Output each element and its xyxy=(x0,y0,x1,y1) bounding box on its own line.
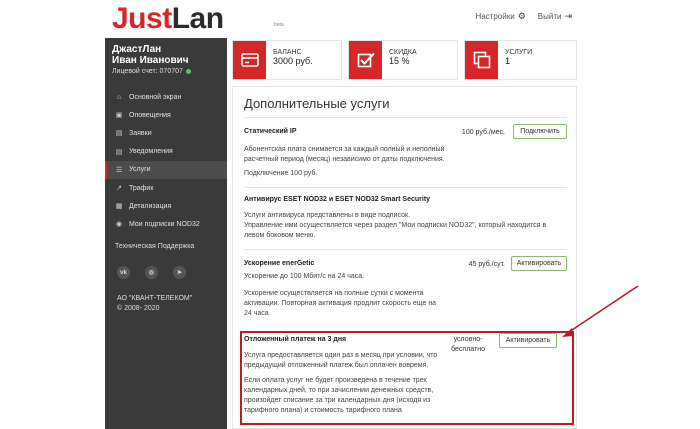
sidebar-item-label: Трафик xyxy=(129,184,154,192)
list-icon: ☰ xyxy=(115,166,123,174)
sidebar-item-alerts[interactable]: ▣ Оповещения xyxy=(105,106,227,124)
calendar-icon: ▦ xyxy=(115,203,123,211)
logout-icon: ⇥ xyxy=(564,11,572,21)
sidebar-item-services[interactable]: ☰ Услуги xyxy=(105,160,227,179)
logout-link[interactable]: Выйти ⇥ xyxy=(538,11,572,22)
services-value: 1 xyxy=(505,56,511,66)
gear-icon: ⚙ xyxy=(517,11,526,21)
service-description: Абонентская плата снимается за каждый по… xyxy=(244,146,445,163)
service-price: 100 руб./мес. xyxy=(461,129,505,136)
sidebar-item-label: Уведомления xyxy=(129,148,173,156)
instagram-icon[interactable]: ◎ xyxy=(145,266,158,279)
justlan-logo[interactable]: JustLan beta xyxy=(112,2,284,36)
sidebar-item-label: Мои подписки NOD32 xyxy=(129,220,200,228)
service-details: Ускорение осуществляется на полные сутки… xyxy=(244,290,437,317)
company-info: АО "КВАНТ-ТЕЛЕКОМ" © 2008- 2020 xyxy=(117,294,192,314)
checkbox-icon xyxy=(349,41,382,79)
sidebar-item-label: Услуги xyxy=(129,166,151,174)
support-link[interactable]: Техническая Поддержка xyxy=(115,243,194,250)
service-description: Услуги антивируса представлены в виде по… xyxy=(244,212,547,239)
sidebar-item-label: Основной экран xyxy=(129,93,182,101)
header-actions: Настройки ⚙ Выйти ⇥ xyxy=(475,11,572,22)
beta-badge: beta xyxy=(274,22,284,28)
balance-card: БАЛАНС 3000 руб. xyxy=(232,40,342,80)
sidebar-item-notifications[interactable]: ▤ Уведомления xyxy=(105,143,227,161)
sidebar-item-label: Оповещения xyxy=(129,111,171,119)
inbox-icon: ▣ xyxy=(115,112,123,120)
settings-label: Настройки xyxy=(475,12,515,21)
telegram-icon[interactable]: ➤ xyxy=(173,266,186,279)
copyright: © 2008- 2020 xyxy=(117,305,160,312)
services-card: УСЛУГИ 1 xyxy=(464,40,577,80)
sidebar-item-requests[interactable]: ▤ Заявки xyxy=(105,124,227,142)
annotation-arrow-icon xyxy=(562,285,639,337)
sidebar: ДжастЛан Иван Иванович Лицевой счет: 070… xyxy=(105,38,227,429)
service-static-ip: Статический IP 100 руб./мес. Подключить … xyxy=(244,117,567,187)
sidebar-item-traffic[interactable]: ↗ Трафик xyxy=(105,179,227,197)
service-name: Ускорение enerGetic xyxy=(244,260,315,267)
activate-energetic-button[interactable]: Активировать xyxy=(511,256,567,271)
copy-icon xyxy=(465,41,498,79)
social-links: vk ◎ ➤ xyxy=(117,266,186,279)
sidebar-nav: ⌂ Основной экран ▣ Оповещения ▤ Заявки ▤… xyxy=(105,88,227,234)
sidebar-item-home[interactable]: ⌂ Основной экран xyxy=(105,88,227,106)
service-description: Ускорение до 100 Мбит/с на 24 часа. xyxy=(244,273,365,280)
service-name: Статический IP xyxy=(244,128,297,135)
user-name-line2: Иван Иванович xyxy=(112,55,189,66)
page-title: Дополнительные услуги xyxy=(244,96,390,111)
chart-icon: ↗ xyxy=(116,185,122,193)
service-name: Антивирус ESET NOD32 и ESET NOD32 Smart … xyxy=(244,196,431,203)
discount-value: 15 % xyxy=(389,56,410,66)
credit-card-icon xyxy=(233,41,266,79)
sidebar-item-label: Детализация xyxy=(129,202,172,210)
service-connection-fee: Подключение 100 руб. xyxy=(244,170,318,177)
logout-label: Выйти xyxy=(537,12,562,21)
company-name: АО "КВАНТ-ТЕЛЕКОМ" xyxy=(117,295,193,302)
user-name-line1: ДжастЛан xyxy=(112,44,162,55)
file-icon: ▤ xyxy=(115,148,123,156)
settings-link[interactable]: Настройки ⚙ xyxy=(475,11,525,22)
account-number: Лицевой счет: 070707 xyxy=(112,68,191,75)
discount-card: СКИДКА 15 % xyxy=(348,40,458,80)
service-price: 45 руб./сут. xyxy=(468,261,505,268)
sidebar-item-nod32[interactable]: ◉ Мои подписки NOD32 xyxy=(105,215,227,233)
balance-value: 3000 руб. xyxy=(273,56,313,66)
file-icon: ▤ xyxy=(115,130,123,138)
highlight-box xyxy=(240,331,574,425)
connect-static-ip-button[interactable]: Подключить xyxy=(513,124,567,139)
user-name: ДжастЛан Иван Иванович xyxy=(112,44,189,66)
vk-icon[interactable]: vk xyxy=(117,266,130,279)
service-energetic: Ускорение enerGetic 45 руб./сут. Активир… xyxy=(244,249,567,327)
service-nod32: Антивирус ESET NOD32 и ESET NOD32 Smart … xyxy=(244,187,567,253)
eye-icon: ◉ xyxy=(115,221,123,229)
top-header: JustLan beta Настройки ⚙ Выйти ⇥ xyxy=(0,0,700,38)
home-icon: ⌂ xyxy=(116,93,122,101)
status-dot-icon xyxy=(185,69,191,74)
account-label: Лицевой счет: 070707 xyxy=(112,68,183,75)
sidebar-item-label: Заявки xyxy=(129,129,152,137)
sidebar-item-details[interactable]: ▦ Детализация xyxy=(105,197,227,215)
